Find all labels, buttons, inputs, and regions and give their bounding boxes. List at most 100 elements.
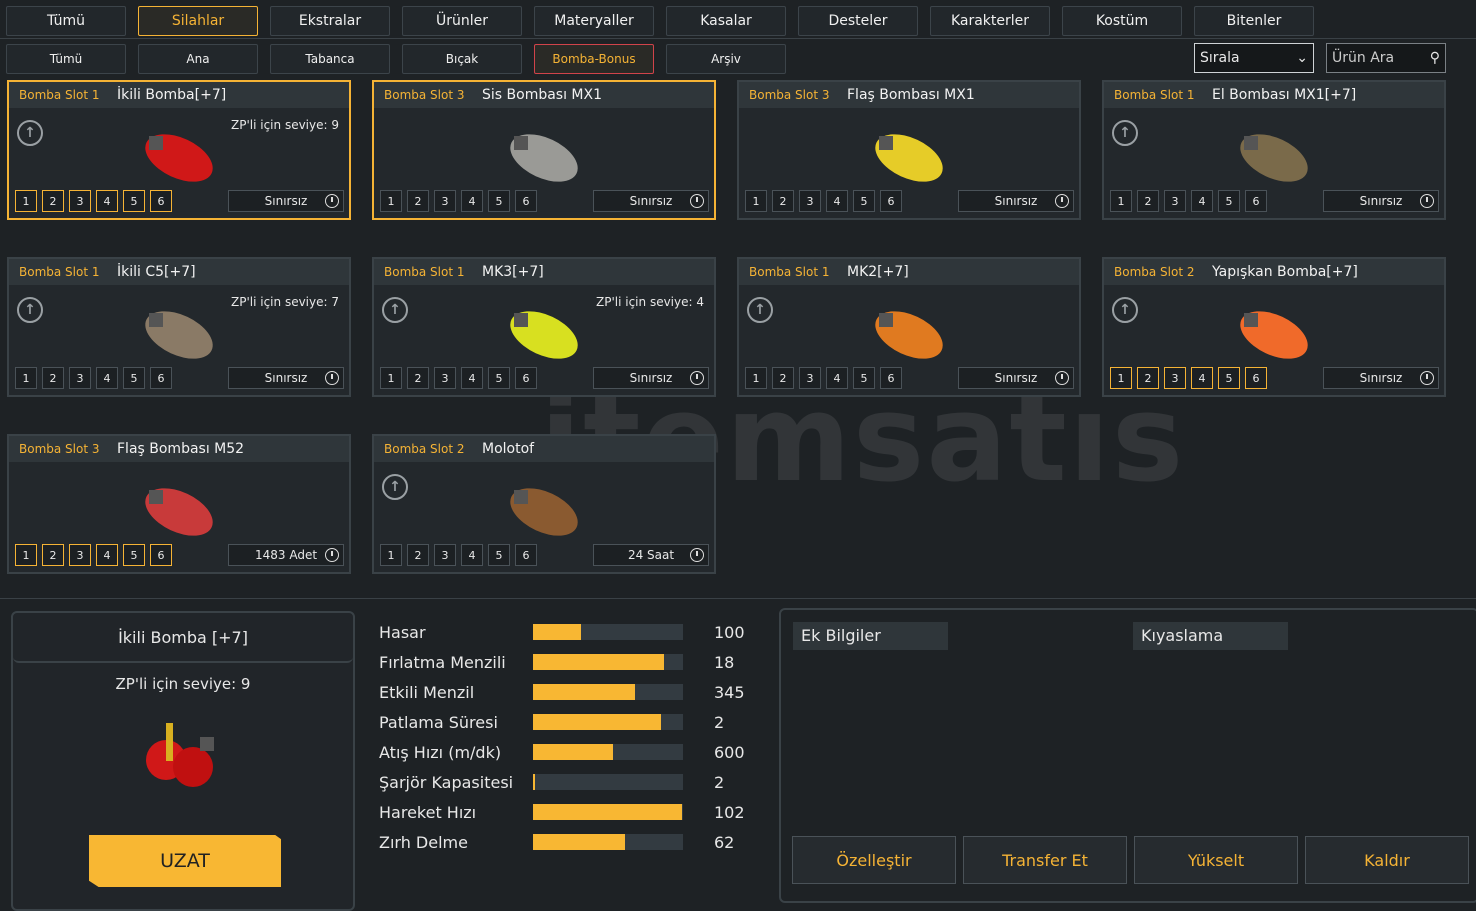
action-button-0[interactable]: Özelleştir: [792, 836, 956, 884]
slot-number-button[interactable]: 3: [799, 367, 821, 389]
slot-number-button[interactable]: 6: [515, 190, 537, 212]
slot-number-button[interactable]: 2: [42, 190, 64, 212]
slot-number-button[interactable]: 4: [826, 367, 848, 389]
slot-number-button[interactable]: 3: [1164, 367, 1186, 389]
tab-5[interactable]: Kasalar: [666, 6, 786, 36]
action-button-3[interactable]: Kaldır: [1305, 836, 1469, 884]
slot-number-button[interactable]: 5: [488, 190, 510, 212]
slot-number-button[interactable]: 6: [1245, 367, 1267, 389]
slot-number-button[interactable]: 1: [745, 190, 767, 212]
slot-number-button[interactable]: 5: [488, 367, 510, 389]
slot-number-button[interactable]: 6: [150, 367, 172, 389]
slot-number-button[interactable]: 6: [515, 544, 537, 566]
slot-number-button[interactable]: 5: [1218, 190, 1240, 212]
item-card[interactable]: Bomba Slot 3 Flaş Bombası M52 123456 1483…: [7, 434, 351, 574]
slot-number-button[interactable]: 2: [1137, 367, 1159, 389]
upgrade-icon[interactable]: ↑: [382, 297, 408, 323]
slot-number-button[interactable]: 4: [461, 367, 483, 389]
slot-number-button[interactable]: 5: [1218, 367, 1240, 389]
upgrade-icon[interactable]: ↑: [17, 297, 43, 323]
slot-number-button[interactable]: 1: [1110, 367, 1132, 389]
slot-number-button[interactable]: 1: [745, 367, 767, 389]
slot-number-button[interactable]: 4: [1191, 190, 1213, 212]
slot-number-button[interactable]: 5: [853, 190, 875, 212]
item-card[interactable]: Bomba Slot 2 Molotof ↑ 123456 24 Saat: [372, 434, 716, 574]
slot-number-button[interactable]: 4: [96, 544, 118, 566]
slot-number-button[interactable]: 6: [1245, 190, 1267, 212]
slot-number-button[interactable]: 3: [69, 190, 91, 212]
slot-number-button[interactable]: 3: [1164, 190, 1186, 212]
item-card[interactable]: Bomba Slot 1 MK3[+7] ↑ ZP'li için seviye:…: [372, 257, 716, 397]
slot-number-button[interactable]: 5: [853, 367, 875, 389]
slot-number-button[interactable]: 6: [515, 367, 537, 389]
slot-number-button[interactable]: 3: [69, 544, 91, 566]
tab-7[interactable]: Karakterler: [930, 6, 1050, 36]
tab-4[interactable]: Materyaller: [534, 6, 654, 36]
action-button-2[interactable]: Yükselt: [1134, 836, 1298, 884]
item-card[interactable]: Bomba Slot 1 El Bombası MX1[+7] ↑ 123456 …: [1102, 80, 1446, 220]
upgrade-icon[interactable]: ↑: [1112, 297, 1138, 323]
slot-number-button[interactable]: 6: [150, 190, 172, 212]
tab-6[interactable]: Desteler: [798, 6, 918, 36]
tab-1[interactable]: Silahlar: [138, 6, 258, 36]
slot-number-button[interactable]: 5: [123, 544, 145, 566]
item-card[interactable]: Bomba Slot 3 Flaş Bombası MX1 123456 Sını…: [737, 80, 1081, 220]
search-input[interactable]: Ürün Ara ⚲: [1326, 43, 1446, 73]
tab-3[interactable]: Ürünler: [402, 6, 522, 36]
sort-select[interactable]: Sırala ⌄: [1194, 43, 1314, 73]
slot-number-button[interactable]: 3: [434, 367, 456, 389]
upgrade-icon[interactable]: ↑: [747, 297, 773, 323]
item-card[interactable]: Bomba Slot 2 Yapışkan Bomba[+7] ↑ 123456 …: [1102, 257, 1446, 397]
subtab-5[interactable]: Arşiv: [666, 44, 786, 74]
slot-number-button[interactable]: 1: [1110, 190, 1132, 212]
tab-9[interactable]: Bitenler: [1194, 6, 1314, 36]
slot-number-button[interactable]: 1: [15, 367, 37, 389]
slot-number-button[interactable]: 2: [42, 544, 64, 566]
slot-number-button[interactable]: 1: [380, 190, 402, 212]
subtab-3[interactable]: Bıçak: [402, 44, 522, 74]
slot-number-button[interactable]: 2: [42, 367, 64, 389]
subtab-2[interactable]: Tabanca: [270, 44, 390, 74]
slot-number-button[interactable]: 1: [380, 544, 402, 566]
tab-2[interactable]: Ekstralar: [270, 6, 390, 36]
slot-number-button[interactable]: 2: [407, 190, 429, 212]
slot-number-button[interactable]: 3: [799, 190, 821, 212]
slot-number-button[interactable]: 6: [880, 190, 902, 212]
extend-button[interactable]: UZAT: [89, 835, 281, 887]
slot-number-button[interactable]: 6: [880, 367, 902, 389]
tab-0[interactable]: Tümü: [6, 6, 126, 36]
slot-number-button[interactable]: 4: [461, 544, 483, 566]
slot-number-button[interactable]: 4: [96, 190, 118, 212]
item-card[interactable]: Bomba Slot 1 İkili C5[+7] ↑ ZP'li için se…: [7, 257, 351, 397]
upgrade-icon[interactable]: ↑: [382, 474, 408, 500]
subtab-0[interactable]: Tümü: [6, 44, 126, 74]
item-card[interactable]: Bomba Slot 1 İkili Bomba[+7] ↑ ZP'li için…: [7, 80, 351, 220]
slot-number-button[interactable]: 4: [461, 190, 483, 212]
slot-number-button[interactable]: 3: [434, 190, 456, 212]
slot-number-button[interactable]: 5: [123, 190, 145, 212]
slot-number-button[interactable]: 6: [150, 544, 172, 566]
slot-number-button[interactable]: 1: [380, 367, 402, 389]
slot-number-button[interactable]: 1: [15, 190, 37, 212]
slot-number-button[interactable]: 2: [407, 367, 429, 389]
slot-number-button[interactable]: 4: [826, 190, 848, 212]
slot-number-button[interactable]: 2: [1137, 190, 1159, 212]
subtab-4[interactable]: Bomba-Bonus: [534, 44, 654, 74]
slot-number-button[interactable]: 2: [772, 367, 794, 389]
slot-number-button[interactable]: 5: [123, 367, 145, 389]
slot-number-button[interactable]: 3: [434, 544, 456, 566]
subtab-1[interactable]: Ana: [138, 44, 258, 74]
slot-number-button[interactable]: 2: [772, 190, 794, 212]
slot-number-button[interactable]: 4: [96, 367, 118, 389]
slot-number-button[interactable]: 5: [488, 544, 510, 566]
slot-number-button[interactable]: 4: [1191, 367, 1213, 389]
item-card[interactable]: Bomba Slot 1 MK2[+7] ↑ 123456 Sınırsız: [737, 257, 1081, 397]
action-button-1[interactable]: Transfer Et: [963, 836, 1127, 884]
tab-8[interactable]: Kostüm: [1062, 6, 1182, 36]
slot-number-button[interactable]: 1: [15, 544, 37, 566]
upgrade-icon[interactable]: ↑: [17, 120, 43, 146]
upgrade-icon[interactable]: ↑: [1112, 120, 1138, 146]
slot-number-button[interactable]: 2: [407, 544, 429, 566]
slot-number-button[interactable]: 3: [69, 367, 91, 389]
item-card[interactable]: Bomba Slot 3 Sis Bombası MX1 123456 Sınır…: [372, 80, 716, 220]
